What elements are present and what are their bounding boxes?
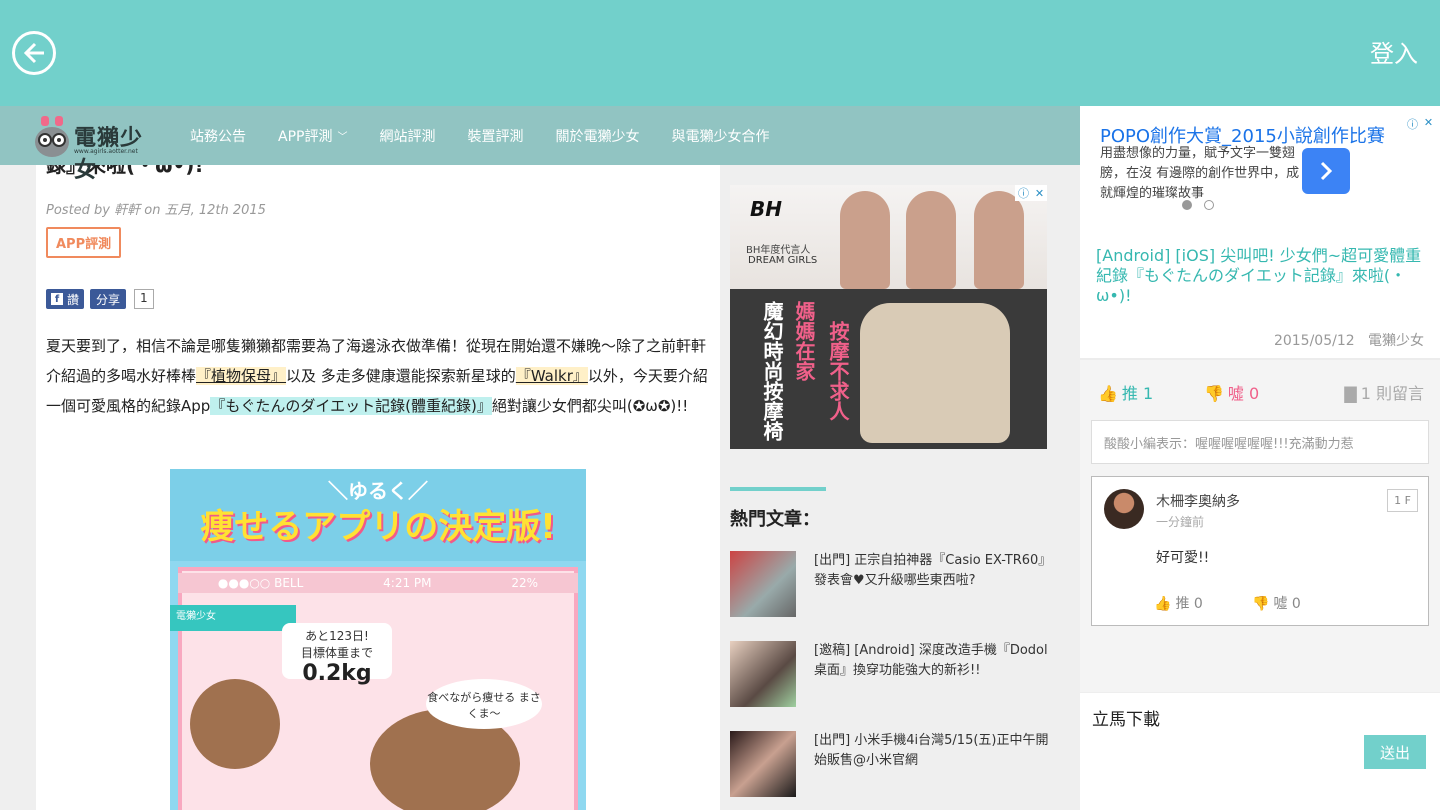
pagination-dot[interactable]	[1182, 200, 1192, 210]
post-meta: Posted by 軒軒 on 五月, 12th 2015	[46, 203, 266, 218]
app-top-bar: 登入	[0, 0, 1440, 106]
image-status-bar: ●●●○○ BELL 4:21 PM 22%	[178, 573, 578, 593]
chevron-down-icon: ﹀	[337, 132, 348, 143]
site-nav-menu: 站務公告 APP評測 ﹀ 網站評測 裝置評測 關於電獺少女 與電獺少女合作	[190, 106, 801, 165]
link-plant-nanny[interactable]: 『植物保母』	[196, 367, 287, 385]
avatar[interactable]	[1104, 489, 1144, 529]
share-row: f讚 分享 1	[46, 289, 154, 309]
article-content: 錄』來啦(・ω•)! Posted by 軒軒 on 五月, 12th 2015…	[36, 165, 720, 810]
popo-ad-text: 用盡想像的力量，賦予文字一雙翅膀，在沒 有邊際的創作世界中，成就輝煌的璀璨故事	[1100, 146, 1300, 201]
thumbs-up-icon: 👍	[1154, 596, 1172, 612]
reaction-bar: 👍 推 1 👎 噓 0 ▇ 1 則留言	[1080, 360, 1440, 420]
image-line2: 痩せるアプリの決定版!	[200, 507, 556, 547]
panel-article-meta: 2015/05/12 電獺少女	[1273, 333, 1424, 349]
ad-line1: BH年度代言人	[746, 245, 811, 256]
article-image: ＼ゆるく／ 痩せるアプリの決定版! ●●●○○ BELL 4:21 PM 22% 電…	[170, 469, 586, 810]
nav-item-device-review[interactable]: 裝置評測	[467, 126, 523, 146]
ad-close-controls[interactable]: ⓘ ✕	[1015, 185, 1047, 201]
hot-article-item[interactable]: [出門] 正宗自拍神器『Casio EX-TR60』發表會♥又升級哪些東西啦?	[730, 551, 1070, 619]
ad-vertical-text: 按摩不求人	[826, 321, 850, 421]
share-count: 1	[134, 289, 154, 309]
boo-button[interactable]: 👎 噓 0	[1204, 380, 1259, 404]
hot-article-item[interactable]: [邀稿] [Android] 深度改造手機『Dodol桌面』換穿功能強大的新衫!…	[730, 641, 1070, 709]
otter-mascot-icon	[35, 116, 69, 157]
ad-pagination-dots	[1182, 200, 1226, 210]
hot-section-accent	[730, 487, 826, 491]
panel-ad-close-controls[interactable]: ⓘ ✕	[1404, 116, 1436, 132]
facebook-icon: f	[51, 293, 63, 305]
link-mogutan[interactable]: 『もぐたんのダイエット記錄(體重紀錄)』	[210, 397, 492, 415]
article-body: 夏天要到了，相信不論是哪隻獺獺都需要為了海邊泳衣做準備！從現在開始還不嫌晚～除了…	[46, 337, 708, 415]
comment-input-area: 送出	[1080, 692, 1440, 810]
login-button[interactable]: 登入	[1370, 34, 1418, 69]
panel-ad-area: POPO創作大賞_2015小說創作比賽 用盡想像的力量，賦予文字一雙翅膀，在沒 …	[1080, 106, 1440, 358]
ad-model	[840, 191, 890, 289]
nav-item-announcements[interactable]: 站務公告	[190, 126, 246, 146]
hot-article-thumbnail	[730, 551, 796, 617]
image-watermark: 電獺少女	[170, 605, 296, 631]
hot-articles-title: 熱門文章：	[730, 509, 820, 530]
image-countdown: あと123日! 目標体重まで 0.2kg	[282, 623, 392, 686]
fb-share-button[interactable]: 分享	[90, 289, 127, 309]
hot-article-item[interactable]: [出門] 小米手機4i台灣5/15(五)正中午開始販售@小米官網	[730, 731, 1070, 799]
fb-like-button[interactable]: f讚	[46, 289, 85, 309]
speech-bubble-icon: ▇	[1344, 384, 1357, 403]
nav-item-app-review[interactable]: APP評測 ﹀	[278, 126, 347, 146]
massage-chair-ad[interactable]: BH BH年度代言人 DREAM GIRLS 魔幻時尚按摩椅 媽媽在家 按摩不求…	[730, 185, 1047, 449]
pagination-dot[interactable]	[1204, 200, 1214, 210]
comment-floor-badge: 1 F	[1387, 489, 1418, 512]
comment-boo-button[interactable]: 👎 噓 0	[1252, 593, 1301, 613]
comment-count: ▇ 1 則留言	[1344, 384, 1424, 403]
nav-item-about[interactable]: 關於電獺少女	[555, 126, 639, 146]
ad-brand: BH	[750, 197, 782, 221]
comment-like-button[interactable]: 👍 推 0	[1154, 593, 1203, 613]
nav-item-cooperate[interactable]: 與電獺少女合作	[671, 126, 769, 146]
ad-line2: DREAM GIRLS	[748, 255, 818, 266]
ad-model	[906, 191, 956, 289]
comment-board: 酸酸小編表示：喔喔喔喔喔喔!!!充滿動力惹 木柵李奧納多 一分鐘前 1 F 好可…	[1080, 420, 1440, 692]
web-view: 電獺少女 www.agirls.aotter.net 站務公告 APP評測 ﹀ 網…	[0, 106, 1080, 810]
image-speech-bubble: 食べながら痩せる まさくま～	[426, 679, 542, 729]
comment-text: 好可愛!!	[1156, 550, 1210, 566]
editor-notice: 酸酸小編表示：喔喔喔喔喔喔!!!充滿動力惹	[1091, 420, 1429, 464]
thumbs-up-icon: 👍	[1098, 384, 1118, 403]
hot-article-thumbnail	[730, 641, 796, 707]
ad-next-button[interactable]	[1302, 148, 1350, 194]
nav-item-web-review[interactable]: 網站評測	[379, 126, 435, 146]
comment-author[interactable]: 木柵李奧納多	[1156, 491, 1240, 511]
comment-input[interactable]	[1092, 705, 1428, 729]
web-sidebar: BH BH年度代言人 DREAM GIRLS 魔幻時尚按摩椅 媽媽在家 按摩不求…	[720, 165, 1080, 810]
hot-article-title: [出門] 正宗自拍神器『Casio EX-TR60』發表會♥又升級哪些東西啦?	[814, 553, 1052, 588]
close-icon[interactable]: ✕	[1035, 187, 1044, 200]
site-nav-bar: 電獺少女 www.agirls.aotter.net 站務公告 APP評測 ﹀ 網…	[0, 106, 1080, 183]
ad-vertical-text: 魔幻時尚按摩椅	[760, 301, 784, 441]
info-icon[interactable]: ⓘ	[1407, 116, 1418, 132]
info-icon[interactable]: ⓘ	[1018, 185, 1029, 201]
comment-panel: POPO創作大賞_2015小說創作比賽 用盡想像的力量，賦予文字一雙翅膀，在沒 …	[1080, 106, 1440, 810]
hot-article-title: [出門] 小米手機4i台灣5/15(五)正中午開始販售@小米官網	[814, 733, 1049, 768]
site-logo[interactable]: 電獺少女 www.agirls.aotter.net	[32, 110, 162, 183]
like-button[interactable]: 👍 推 1	[1098, 380, 1153, 404]
massage-chair-image	[860, 303, 1010, 443]
ad-model	[974, 191, 1024, 289]
category-tag[interactable]: APP評測	[46, 227, 122, 258]
comment-time: 一分鐘前	[1156, 515, 1205, 529]
close-icon[interactable]: ✕	[1424, 116, 1433, 132]
link-walkr[interactable]: 『Walkr』	[515, 367, 588, 385]
hot-article-thumbnail	[730, 731, 796, 797]
arrow-left-icon	[23, 42, 44, 64]
thumbs-down-icon: 👎	[1252, 596, 1270, 612]
chevron-right-icon	[1320, 161, 1333, 181]
back-button[interactable]	[12, 31, 56, 75]
ad-vertical-text: 媽媽在家	[792, 301, 816, 381]
comment-card: 木柵李奧納多 一分鐘前 1 F 好可愛!! 👍 推 0 👎 噓 0	[1091, 476, 1429, 626]
thumbs-down-icon: 👎	[1204, 384, 1224, 403]
panel-article-title[interactable]: [Android] [iOS] 尖叫吧! 少女們~超可愛體重紀錄『もぐたんのダイ…	[1096, 246, 1426, 306]
bear-illustration	[190, 679, 280, 769]
hot-article-title: [邀稿] [Android] 深度改造手機『Dodol桌面』換穿功能強大的新衫!…	[814, 643, 1048, 678]
logo-subtext: www.agirls.aotter.net	[74, 148, 138, 155]
send-button[interactable]: 送出	[1364, 735, 1426, 769]
